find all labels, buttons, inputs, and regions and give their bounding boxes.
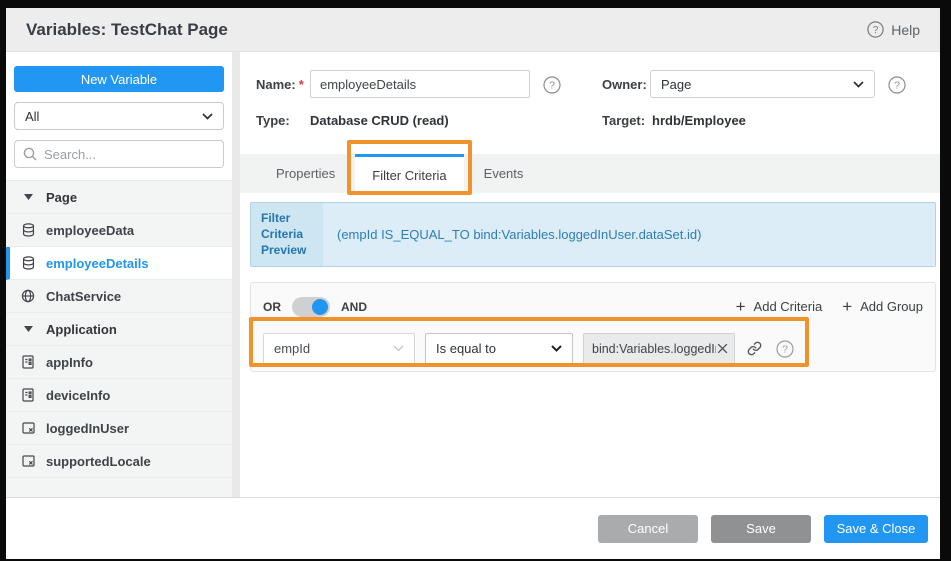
criteria-toolbar: OR AND + Add Criteria + Add Group <box>263 295 923 319</box>
chevron-down-icon <box>551 345 562 352</box>
target-value: hrdb/Employee <box>652 113 746 128</box>
name-label: Name:* <box>256 77 310 92</box>
variable-type-filter-select[interactable]: All <box>14 102 224 130</box>
group-label: Application <box>46 322 117 337</box>
globe-icon <box>20 289 36 303</box>
criteria-builder: OR AND + Add Criteria + Add Group <box>250 282 936 372</box>
and-label: AND <box>341 300 367 314</box>
owner-select[interactable]: Page <box>650 70 875 98</box>
variable-label: employeeData <box>46 223 134 238</box>
variable-item-supportedLocale[interactable]: supportedLocale <box>6 445 240 478</box>
owner-help-icon[interactable]: ? <box>888 76 905 93</box>
app-document-icon <box>20 388 36 402</box>
preview-expression: (empId IS_EQUAL_TO bind:Variables.logged… <box>323 203 935 266</box>
variable-label: loggedInUser <box>46 421 129 436</box>
required-marker: * <box>299 77 304 92</box>
variable-type-filter-value: All <box>25 109 202 124</box>
help-label: Help <box>891 22 920 38</box>
variable-item-loggedInUser[interactable]: loggedInUser <box>6 412 240 445</box>
caret-down-icon <box>20 326 36 332</box>
search-icon <box>23 147 37 161</box>
variable-item-appInfo[interactable]: appInfo <box>6 346 240 379</box>
variables-dialog: Variables: TestChat Page ? Help New Vari… <box>6 8 940 559</box>
variable-item-ChatService[interactable]: ChatService <box>6 280 240 313</box>
tab-filter-criteria[interactable]: Filter Criteria <box>355 154 463 193</box>
editor-tabs: Properties Filter Criteria Events <box>240 154 940 193</box>
tab-events[interactable]: Events <box>464 154 544 193</box>
database-icon <box>20 223 36 237</box>
binding-value: bind:Variables.loggedInU <box>592 342 716 356</box>
chevron-down-icon <box>202 113 213 120</box>
type-label: Type: <box>256 113 310 128</box>
save-button[interactable]: Save <box>711 515 811 543</box>
condition-select[interactable]: Is equal to <box>425 333 573 365</box>
variable-item-employeeDetails[interactable]: employeeDetails <box>6 247 240 280</box>
help-button[interactable]: ? Help <box>867 21 920 38</box>
variable-list: Page employeeData employeeDetails ChatSe… <box>6 180 240 497</box>
preview-label: Filter Criteria Preview <box>251 203 323 266</box>
sidebar-scrollbar[interactable] <box>232 52 240 497</box>
dialog-header: Variables: TestChat Page ? Help <box>6 8 940 52</box>
svg-text:?: ? <box>549 79 555 91</box>
chevron-down-icon <box>853 81 864 88</box>
filter-criteria-panel: Filter Criteria Preview (empId IS_EQUAL_… <box>240 193 940 497</box>
name-help-icon[interactable]: ? <box>543 76 560 93</box>
variable-label: appInfo <box>46 355 93 370</box>
variable-item-employeeData[interactable]: employeeData <box>6 214 240 247</box>
criteria-row: empId Is equal to bind:Var <box>263 333 923 365</box>
value-binding-field[interactable]: bind:Variables.loggedInU <box>583 333 735 365</box>
search-input[interactable] <box>44 147 215 162</box>
owner-label: Owner:* <box>602 77 650 92</box>
group-label: Page <box>46 190 77 205</box>
dataset-icon <box>20 422 36 434</box>
variable-form: Name:* ? Owner:* Page <box>240 52 940 128</box>
variable-search <box>14 140 224 168</box>
sidebar-controls: New Variable All <box>6 52 240 168</box>
variable-editor: Name:* ? Owner:* Page <box>240 52 940 497</box>
name-input[interactable] <box>310 70 530 98</box>
type-value: Database CRUD (read) <box>310 113 449 128</box>
svg-text:?: ? <box>894 79 900 91</box>
or-and-toggle[interactable] <box>292 297 330 317</box>
svg-text:?: ? <box>782 344 788 356</box>
condition-value: Is equal to <box>436 341 551 356</box>
filter-criteria-preview: Filter Criteria Preview (empId IS_EQUAL_… <box>250 202 936 267</box>
variable-label: supportedLocale <box>46 454 151 469</box>
bind-link-icon[interactable] <box>747 341 762 356</box>
plus-icon: + <box>736 298 746 315</box>
svg-text:?: ? <box>873 25 879 36</box>
dialog-body: New Variable All Page <box>6 52 940 497</box>
criteria-help-icon[interactable]: ? <box>776 340 793 357</box>
tab-properties[interactable]: Properties <box>256 154 355 193</box>
plus-icon: + <box>842 298 852 315</box>
variable-label: deviceInfo <box>46 388 110 403</box>
toggle-knob <box>312 299 328 315</box>
field-value: empId <box>274 341 393 356</box>
dataset-icon <box>20 455 36 467</box>
variable-group-page[interactable]: Page <box>6 181 240 214</box>
page-title: Variables: TestChat Page <box>26 20 228 40</box>
app-document-icon <box>20 355 36 369</box>
database-icon <box>20 256 36 270</box>
question-circle-icon: ? <box>867 21 884 38</box>
cancel-button[interactable]: Cancel <box>598 515 698 543</box>
variable-label: employeeDetails <box>46 256 149 271</box>
variables-sidebar: New Variable All Page <box>6 52 240 497</box>
dialog-footer: Cancel Save Save & Close <box>6 497 940 559</box>
target-label: Target: <box>602 113 652 128</box>
chevron-down-icon <box>393 345 404 352</box>
field-select[interactable]: empId <box>263 333 415 365</box>
or-label: OR <box>263 300 281 314</box>
variable-label: ChatService <box>46 289 121 304</box>
variable-item-deviceInfo[interactable]: deviceInfo <box>6 379 240 412</box>
caret-down-icon <box>20 194 36 200</box>
variable-group-application[interactable]: Application <box>6 313 240 346</box>
add-group-button[interactable]: + Add Group <box>842 298 923 315</box>
new-variable-button[interactable]: New Variable <box>14 66 224 92</box>
save-and-close-button[interactable]: Save & Close <box>824 515 928 543</box>
owner-value: Page <box>661 77 853 92</box>
clear-binding-icon[interactable] <box>716 342 729 355</box>
add-criteria-button[interactable]: + Add Criteria <box>736 298 823 315</box>
